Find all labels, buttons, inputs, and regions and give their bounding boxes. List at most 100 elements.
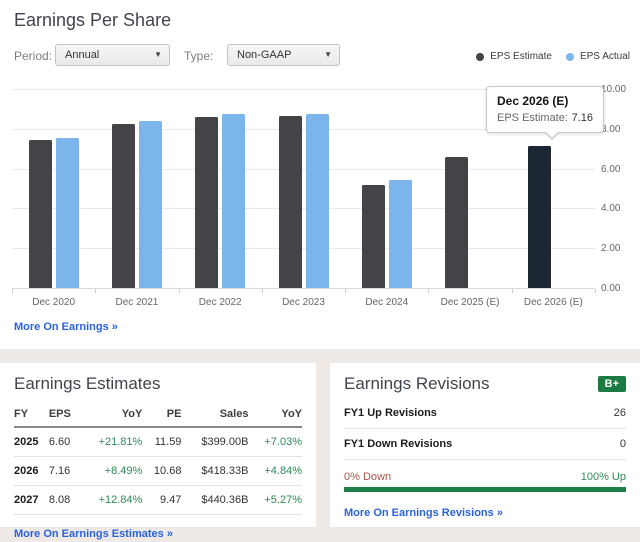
table-cell: +12.84% xyxy=(80,486,142,515)
table-row: 20267.16+8.49%10.68$418.33B+4.84% xyxy=(14,457,302,486)
legend-item[interactable]: EPS Actual xyxy=(566,51,630,62)
estimates-column-header: YoY xyxy=(248,404,302,427)
x-axis-labels: Dec 2020Dec 2021Dec 2022Dec 2023Dec 2024… xyxy=(12,297,595,311)
estimates-column-header: PE xyxy=(142,404,181,427)
x-axis-category-label: Dec 2022 xyxy=(179,297,262,308)
gridline xyxy=(12,248,595,249)
earnings-revisions-panel: Earnings Revisions B+ FY1 Up Revisions 26… xyxy=(330,363,640,527)
revisions-title: Earnings Revisions xyxy=(344,374,490,394)
x-tick xyxy=(262,289,263,293)
revisions-row-label: FY1 Up Revisions xyxy=(344,407,437,419)
estimates-header-row: FYEPSYoYPESalesYoY xyxy=(14,404,302,427)
table-cell: 8.08 xyxy=(49,486,80,515)
table-cell: 6.60 xyxy=(49,427,80,457)
eps-estimate-bar[interactable] xyxy=(279,116,302,288)
y-tick-label: 10.00 xyxy=(601,84,626,95)
y-axis-labels: 10.008.006.004.002.000.00 xyxy=(601,89,637,288)
y-tick-label: 4.00 xyxy=(601,203,620,214)
y-tick-label: 2.00 xyxy=(601,243,620,254)
eps-estimate-bar[interactable] xyxy=(112,124,135,288)
x-tick xyxy=(179,289,180,293)
revisions-row-value: 26 xyxy=(614,407,626,419)
gridline xyxy=(12,169,595,170)
x-axis-category-label: Dec 2023 xyxy=(262,297,345,308)
table-cell: $399.00B xyxy=(181,427,248,457)
table-cell: $440.36B xyxy=(181,486,248,515)
estimates-column-header: EPS xyxy=(49,404,80,427)
x-axis-category-label: Dec 2020 xyxy=(12,297,95,308)
eps-estimate-bar[interactable] xyxy=(445,157,468,288)
estimates-title: Earnings Estimates xyxy=(14,374,302,394)
eps-actual-bar[interactable] xyxy=(56,138,79,288)
estimates-column-header: YoY xyxy=(80,404,142,427)
table-cell: +21.81% xyxy=(80,427,142,457)
x-tick xyxy=(428,289,429,293)
x-tick xyxy=(12,289,13,293)
gridline xyxy=(12,208,595,209)
eps-actual-bar[interactable] xyxy=(306,114,329,288)
percent-up-label: 100% Up xyxy=(581,471,626,483)
eps-actual-bar[interactable] xyxy=(389,180,412,288)
more-on-earnings-estimates-link[interactable]: More On Earnings Estimates » xyxy=(14,528,173,540)
eps-estimate-bar[interactable] xyxy=(195,117,218,288)
x-tick xyxy=(595,289,596,293)
eps-actual-bar[interactable] xyxy=(139,121,162,288)
table-cell: 11.59 xyxy=(142,427,181,457)
x-tick xyxy=(95,289,96,293)
y-tick-label: 6.00 xyxy=(601,164,620,175)
table-row: 20278.08+12.84%9.47$440.36B+5.27% xyxy=(14,486,302,515)
eps-estimate-bar[interactable] xyxy=(362,185,385,288)
chart-tooltip: Dec 2026 (E) EPS Estimate: 7.16 xyxy=(486,86,604,133)
revisions-row-value: 0 xyxy=(620,438,626,450)
tooltip-series-label: EPS Estimate: xyxy=(497,112,568,124)
eps-estimate-dot-icon xyxy=(476,53,484,61)
revisions-row-label: FY1 Down Revisions xyxy=(344,438,452,450)
table-cell: +4.84% xyxy=(248,457,302,486)
table-row: 20256.60+21.81%11.59$399.00B+7.03% xyxy=(14,427,302,457)
estimates-column-header: FY xyxy=(14,404,49,427)
legend-label: EPS Estimate xyxy=(490,51,552,62)
period-select-value: Annual xyxy=(65,49,99,61)
period-label: Period: xyxy=(14,49,52,63)
estimates-column-header: Sales xyxy=(181,404,248,427)
caret-down-icon: ▼ xyxy=(154,51,162,59)
x-tick xyxy=(345,289,346,293)
page-title: Earnings Per Share xyxy=(14,10,171,31)
table-cell: 10.68 xyxy=(142,457,181,486)
table-cell: 2026 xyxy=(14,457,49,486)
tooltip-title: Dec 2026 (E) xyxy=(497,94,593,108)
earnings-per-share-panel: Earnings Per Share Period: Annual ▼ Type… xyxy=(0,0,640,349)
table-cell: 2027 xyxy=(14,486,49,515)
caret-down-icon: ▼ xyxy=(324,51,332,59)
eps-estimate-bar[interactable] xyxy=(528,146,551,288)
table-cell: 7.16 xyxy=(49,457,80,486)
table-cell: +5.27% xyxy=(248,486,302,515)
x-axis-category-label: Dec 2026 (E) xyxy=(512,297,595,308)
more-on-earnings-revisions-link[interactable]: More On Earnings Revisions » xyxy=(344,507,503,519)
table-cell: +8.49% xyxy=(80,457,142,486)
tooltip-value: 7.16 xyxy=(572,112,593,124)
table-cell: +7.03% xyxy=(248,427,302,457)
x-tick xyxy=(512,289,513,293)
period-select[interactable]: Annual ▼ xyxy=(55,44,170,66)
eps-estimate-bar[interactable] xyxy=(29,140,52,288)
eps-actual-bar[interactable] xyxy=(222,114,245,288)
table-cell: $418.33B xyxy=(181,457,248,486)
x-axis-category-label: Dec 2021 xyxy=(95,297,178,308)
revisions-meter-bar xyxy=(344,487,626,492)
type-select[interactable]: Non-GAAP ▼ xyxy=(227,44,340,66)
revisions-row: FY1 Down Revisions 0 xyxy=(344,429,626,460)
percent-down-label: 0% Down xyxy=(344,471,391,483)
y-tick-label: 0.00 xyxy=(601,283,620,294)
legend-label: EPS Actual xyxy=(580,51,630,62)
estimates-table: FYEPSYoYPESalesYoY 20256.60+21.81%11.59$… xyxy=(14,404,302,515)
legend-item[interactable]: EPS Estimate xyxy=(476,51,552,62)
table-cell: 9.47 xyxy=(142,486,181,515)
x-axis-category-label: Dec 2025 (E) xyxy=(428,297,511,308)
more-on-earnings-link[interactable]: More On Earnings » xyxy=(14,321,118,333)
revisions-grade-badge[interactable]: B+ xyxy=(598,376,626,392)
type-label: Type: xyxy=(184,49,213,63)
type-select-value: Non-GAAP xyxy=(237,49,291,61)
revisions-rows: FY1 Up Revisions 26 FY1 Down Revisions 0 xyxy=(344,398,626,460)
table-cell: 2025 xyxy=(14,427,49,457)
